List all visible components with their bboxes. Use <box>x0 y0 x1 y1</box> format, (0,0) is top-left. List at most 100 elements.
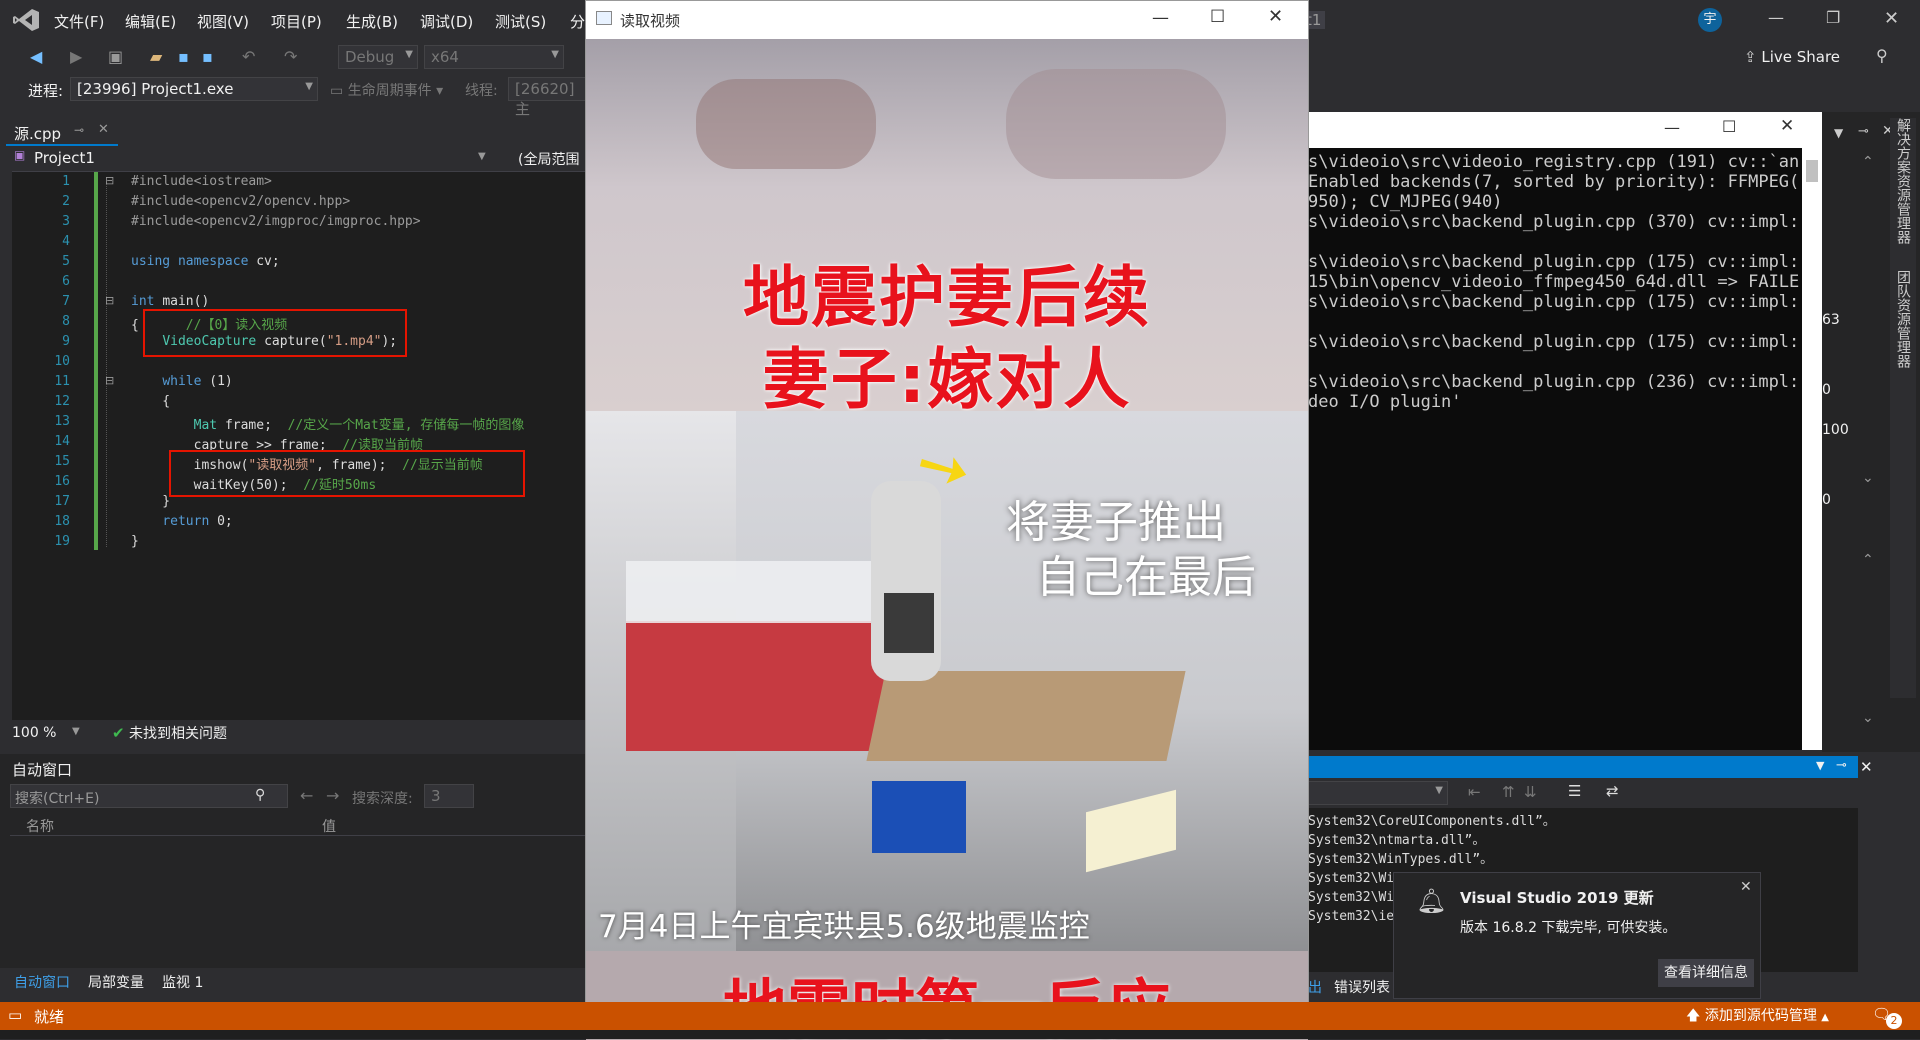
menu-view[interactable]: 视图(V) <box>197 11 249 32</box>
menu-test[interactable]: 测试(S) <box>495 11 546 32</box>
view-details-button[interactable]: 查看详细信息 <box>1658 959 1754 987</box>
lifecycle-events-button[interactable]: ▭ 生命周期事件 ▾ <box>330 80 443 100</box>
collapse-icon[interactable]: ⊟ <box>105 294 114 307</box>
find-message-icon[interactable]: ⇤ <box>1468 783 1481 801</box>
tab-watch-1[interactable]: 监视 1 <box>162 972 203 992</box>
pin-icon[interactable]: ⊸ <box>1858 124 1869 139</box>
scroll-down-icon[interactable]: ⌄ <box>1862 470 1874 486</box>
save-icon[interactable]: ▪ <box>178 47 189 66</box>
pin-icon[interactable]: ⊸ <box>1836 758 1847 773</box>
side-tab-strip: 解决方案资源管理器 团队资源管理器 <box>1890 118 1916 698</box>
menu-project[interactable]: 项目(P) <box>271 11 322 32</box>
minimize-icon[interactable]: — <box>1664 118 1680 137</box>
back-icon[interactable]: ◀ <box>30 47 42 66</box>
col-value[interactable]: 值 <box>322 816 336 836</box>
output-source-combo[interactable]: ▼ <box>1306 781 1448 805</box>
tab-solution-explorer[interactable]: 解决方案资源管理器 <box>1893 118 1913 244</box>
tab-output[interactable]: 出 <box>1308 977 1322 997</box>
scroll-down-icon[interactable]: ⌄ <box>1862 710 1874 726</box>
zoom-combo[interactable]: 100 % ▼ <box>12 723 82 743</box>
search-icon[interactable]: ⚲ <box>255 787 265 803</box>
code-line[interactable]: #include<opencv2/opencv.hpp> <box>131 194 350 209</box>
tab-source-cpp[interactable]: 源.cpp ⊸ ✕ <box>6 118 118 146</box>
code-token: #include<iostream> <box>131 174 272 189</box>
minimize-icon[interactable]: — <box>1768 8 1784 27</box>
prev-message-icon[interactable]: ⇈ <box>1502 783 1515 801</box>
close-icon[interactable]: ✕ <box>1860 758 1873 776</box>
code-line[interactable]: #include<iostream> <box>131 174 272 189</box>
code-line[interactable]: #include<opencv2/imgproc/imgproc.hpp> <box>131 214 421 229</box>
avatar[interactable]: 宇 <box>1698 8 1722 32</box>
menu-more[interactable]: 分 <box>570 11 585 32</box>
code-token: } <box>131 534 139 549</box>
col-name[interactable]: 名称 <box>26 816 54 836</box>
search-depth-combo[interactable]: 3 <box>424 784 474 808</box>
notifications-button[interactable]: 🗨︎ 2 <box>1872 1005 1902 1029</box>
close-icon[interactable]: ✕ <box>1780 116 1794 136</box>
close-icon[interactable]: ✕ <box>1740 879 1752 895</box>
clear-all-icon[interactable]: ☰ <box>1568 782 1581 800</box>
thread-combo[interactable]: [26620] 主 <box>508 77 588 118</box>
save-all-icon[interactable]: ▪ <box>202 47 213 66</box>
process-combo[interactable]: [23996] Project1.exe ▼ <box>70 77 318 101</box>
autos-search-input[interactable]: 搜索(Ctrl+E) ⚲ <box>10 784 288 808</box>
code-line[interactable]: { <box>131 394 170 409</box>
bell-icon: 🔔︎ <box>1416 887 1447 915</box>
maximize-icon[interactable]: ❐ <box>1826 8 1840 27</box>
code-line[interactable]: using namespace cv; <box>131 254 280 269</box>
code-line[interactable]: Mat frame; //定义一个Mat变量, 存储每一帧的图像 <box>131 414 525 433</box>
code-line[interactable]: while (1) <box>131 374 232 389</box>
open-folder-icon[interactable]: ▰ <box>150 47 162 66</box>
next-message-icon[interactable]: ⇊ <box>1524 783 1537 801</box>
redo-icon[interactable]: ↷ <box>284 47 297 66</box>
code-line[interactable]: } <box>131 534 139 549</box>
scrollbar-thumb[interactable] <box>1806 160 1818 182</box>
scroll-up-icon[interactable]: ⌃ <box>1862 552 1874 568</box>
search-next-icon[interactable]: → <box>326 786 339 805</box>
window-position-icon[interactable]: ▼ <box>1834 126 1843 140</box>
source-control-button[interactable]: 🡅 添加到源代码管理 ▲ <box>1686 1005 1829 1029</box>
scroll-up-icon[interactable]: ⌃ <box>1862 154 1874 170</box>
platform-combo[interactable]: x64 ▼ <box>424 45 564 69</box>
zoom-value: 100 % <box>12 725 57 741</box>
undo-icon[interactable]: ↶ <box>242 47 255 66</box>
check-icon: ✔ <box>112 724 125 742</box>
issues-indicator[interactable]: ✔ 未找到相关问题 <box>112 723 227 743</box>
pin-icon[interactable]: ⊸ <box>74 123 84 137</box>
console-line: Enabled backends(7, sorted by priority):… <box>1308 172 1800 192</box>
live-share-button[interactable]: ⇪ Live Share <box>1744 48 1840 66</box>
search-previous-icon[interactable]: ← <box>300 786 313 805</box>
code-line[interactable]: } <box>131 494 170 509</box>
maximize-icon[interactable]: ☐ <box>1210 7 1225 27</box>
forward-icon[interactable]: ▶ <box>70 47 82 66</box>
menu-debug[interactable]: 调试(D) <box>420 11 473 32</box>
menu-file[interactable]: 文件(F) <box>54 11 104 32</box>
minimize-icon[interactable]: — <box>1152 8 1169 28</box>
window-position-icon[interactable]: ▼ <box>1816 759 1824 772</box>
project-combo[interactable]: ▣ Project1 ▼ <box>12 148 492 170</box>
console-line: s\videoio\src\backend_plugin.cpp (236) c… <box>1308 372 1800 392</box>
close-icon[interactable]: ✕ <box>1884 8 1899 29</box>
close-tab-icon[interactable]: ✕ <box>98 122 109 137</box>
code-token: 0; <box>217 514 233 529</box>
collapse-icon[interactable]: ⊟ <box>105 374 114 387</box>
collapse-icon[interactable]: ⊟ <box>105 174 114 187</box>
menu-edit[interactable]: 编辑(E) <box>125 11 176 32</box>
code-line[interactable]: return 0; <box>131 514 233 529</box>
config-combo[interactable]: Debug ▼ <box>338 45 418 69</box>
feedback-icon[interactable]: ⚲ <box>1876 46 1888 65</box>
maximize-icon[interactable]: ☐ <box>1722 117 1736 136</box>
tab-locals[interactable]: 局部变量 <box>88 972 144 992</box>
close-icon[interactable]: ✕ <box>1268 6 1283 27</box>
tab-error-list[interactable]: 错误列表 <box>1334 977 1390 997</box>
tab-autos[interactable]: 自动窗口 <box>14 972 70 992</box>
chevron-down-icon: ▼ <box>305 81 313 92</box>
code-editor[interactable]: ⊟ ⊟ ⊟ 1 #include<iostream> 2 #include<openc… <box>12 172 588 720</box>
tab-team-explorer[interactable]: 团队资源管理器 <box>1893 270 1913 368</box>
menu-build[interactable]: 生成(B) <box>346 11 398 32</box>
scope-combo[interactable]: (全局范围 <box>508 148 588 170</box>
new-project-icon[interactable]: ▣ <box>108 47 123 66</box>
console-scrollbar[interactable] <box>1802 148 1822 750</box>
code-line[interactable]: int main() <box>131 294 209 309</box>
word-wrap-icon[interactable]: ⇄ <box>1606 782 1619 800</box>
